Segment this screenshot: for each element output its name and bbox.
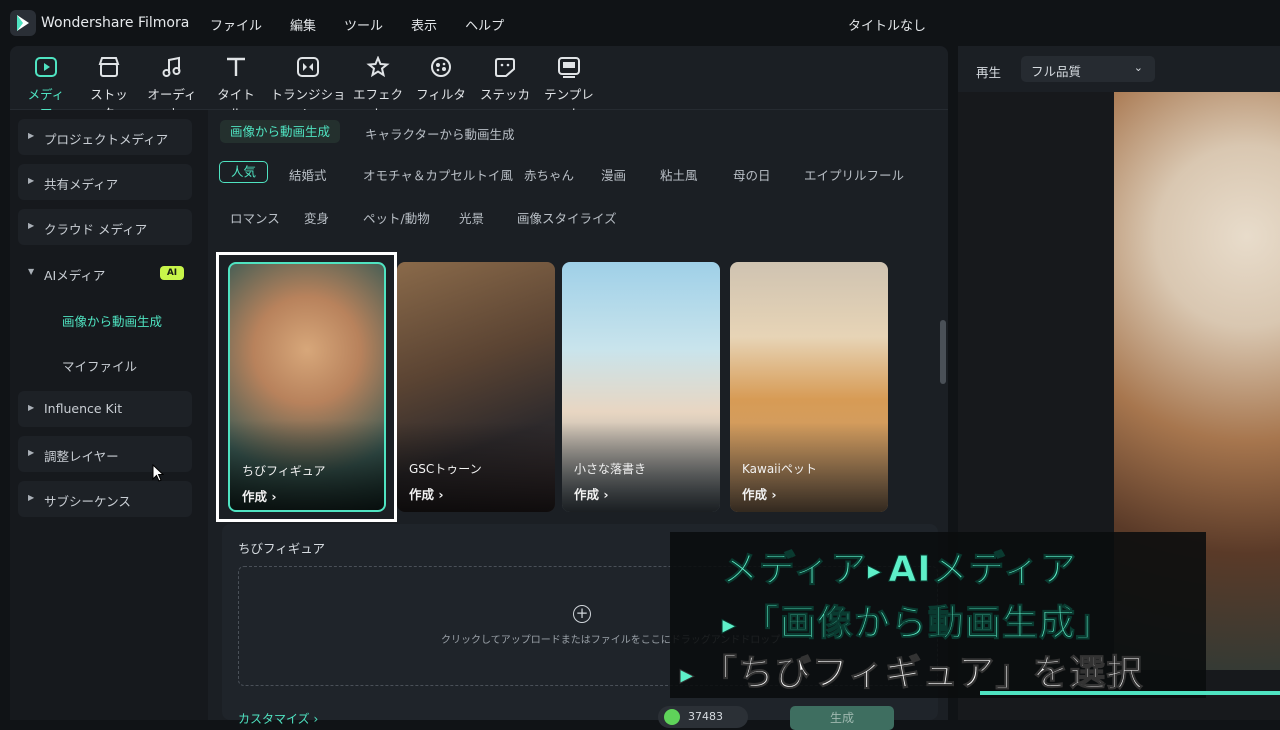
sidebar-item-label: AIメディア (44, 268, 106, 283)
category-pet[interactable]: ペット/動物 (363, 208, 430, 227)
card-title: Kawaiiペット (742, 462, 817, 476)
template-icon (556, 54, 582, 80)
selection-highlight (216, 252, 397, 522)
media-sidebar: ▶ プロジェクトメディア ▶ 共有メディア ▶ クラウド メディア ▼ AIメデ… (10, 110, 208, 720)
customize-link[interactable]: カスタマイズ › (238, 710, 318, 727)
title-icon (223, 54, 249, 80)
template-card-kawaii-pet[interactable]: Kawaiiペット 作成 › (730, 262, 888, 512)
category-manga[interactable]: 漫画 (601, 165, 626, 184)
title-bar: Wondershare Filmora ファイル 編集 ツール 表示 ヘルプ タ… (0, 0, 1280, 46)
menu-view[interactable]: 表示 (411, 15, 437, 34)
caret-right-icon: ▶ (28, 448, 35, 457)
card-create-link[interactable]: 作成 › (742, 484, 777, 503)
caption-accent-bar (980, 691, 1280, 695)
category-stylize[interactable]: 画像スタイライズ (517, 208, 617, 227)
caret-right-icon: ▶ (28, 176, 35, 185)
quality-dropdown[interactable]: フル品質 ⌄ (1021, 56, 1155, 82)
category-toy[interactable]: オモチャ＆カプセルトイ風 (363, 165, 513, 184)
category-april-fool[interactable]: エイプリルフール (804, 165, 904, 184)
upload-panel-title: ちびフィギュア (238, 541, 326, 556)
category-baby[interactable]: 赤ちゃん (524, 165, 574, 184)
sidebar-sub-my-files[interactable]: マイファイル (62, 356, 137, 375)
tab-image-to-video[interactable]: 画像から動画生成 (220, 120, 341, 143)
filmora-logo-icon (10, 10, 36, 36)
sidebar-item-label: Influence Kit (44, 401, 123, 416)
sticker-icon (492, 54, 518, 80)
caret-right-icon: ▶ (28, 493, 35, 502)
sidebar-item-influence-kit[interactable]: ▶ Influence Kit (18, 391, 192, 427)
sidebar-item-label: プロジェクトメディア (44, 132, 169, 147)
category-popular[interactable]: 人気 (219, 161, 268, 183)
caption-line-3: ▶ 「ちびフィギュア」を選択 (680, 644, 1143, 696)
sidebar-item-label: サブシーケンス (44, 494, 131, 509)
document-title: タイトルなし (848, 19, 927, 34)
caret-right-icon: ▶ (28, 403, 35, 412)
caption-line-2-text: 「画像から動画生成」 (742, 603, 1113, 645)
menu-help[interactable]: ヘルプ (465, 15, 504, 34)
caption-line-1: メディア▶ AIメディア (721, 540, 1078, 592)
generate-button[interactable]: 生成 (790, 706, 894, 730)
menu-tools[interactable]: ツール (344, 15, 383, 34)
caret-right-icon: ▶ (28, 131, 35, 140)
category-scenery[interactable]: 光景 (459, 208, 484, 227)
media-icon (33, 54, 59, 80)
content-scrollbar[interactable] (940, 320, 946, 384)
caption-arrow-icon: ▶ (722, 614, 737, 636)
preview-header: 再生 フル品質 ⌄ (958, 46, 1280, 92)
audio-icon (159, 54, 185, 80)
caret-right-icon: ▶ (28, 221, 35, 230)
category-clay[interactable]: 粘土風 (660, 165, 698, 184)
category-transform[interactable]: 変身 (304, 208, 329, 227)
credit-coin-icon (664, 709, 680, 725)
caption-overlay: メディア▶ AIメディア ▶ 「画像から動画生成」 ▶ 「ちびフィギュア」を選択 (670, 532, 1206, 698)
caption-arrow-icon: ▶ (867, 560, 883, 582)
add-circle-icon: + (573, 605, 591, 623)
category-romance[interactable]: ロマンス (230, 208, 280, 227)
transition-icon (295, 54, 321, 80)
caption-line-2: ▶ 「画像から動画生成」 (722, 594, 1113, 646)
sidebar-item-adjustment-layer[interactable]: ▶ 調整レイヤー (18, 436, 192, 472)
chevron-down-icon: ⌄ (1133, 61, 1143, 74)
caption-arrow-icon: ▶ (680, 664, 695, 686)
mouse-cursor-icon (152, 463, 165, 486)
sidebar-item-label: クラウド メディア (44, 222, 148, 237)
category-wedding[interactable]: 結婚式 (289, 165, 327, 184)
caret-down-icon: ▼ (28, 267, 35, 276)
effect-icon (365, 54, 391, 80)
sidebar-sub-image-to-video[interactable]: 画像から動画生成 (62, 311, 162, 330)
sidebar-item-label: 調整レイヤー (44, 449, 119, 464)
card-title: GSCトゥーン (409, 462, 482, 476)
sidebar-item-subsequence[interactable]: ▶ サブシーケンス (18, 481, 192, 517)
playback-label: 再生 (976, 65, 1002, 80)
menu-file[interactable]: ファイル (210, 15, 262, 34)
sidebar-item-shared-media[interactable]: ▶ 共有メディア (18, 164, 192, 200)
media-toolbar: メディア ストック オーディオ タイトル トランジション エフェクト フィルター (10, 46, 948, 121)
generate-label: 生成 (829, 711, 854, 725)
menu-bar: ファイル 編集 ツール 表示 ヘルプ (210, 15, 532, 34)
credits-value: 37483 (688, 710, 723, 723)
sidebar-item-project-media[interactable]: ▶ プロジェクトメディア (18, 119, 192, 155)
quality-value: フル品質 (1031, 64, 1082, 79)
tab-character-to-video[interactable]: キャラクターから動画生成 (365, 124, 515, 143)
category-mothers-day[interactable]: 母の日 (733, 165, 771, 184)
stock-icon (96, 54, 122, 80)
sidebar-item-ai-media[interactable]: ▼ AIメディア AI (18, 255, 192, 291)
ai-badge: AI (160, 266, 184, 280)
template-card-gsc-toon[interactable]: GSCトゥーン 作成 › (397, 262, 555, 512)
caption-line-1a: メディア (721, 549, 868, 591)
card-create-link[interactable]: 作成 › (574, 484, 609, 503)
caption-line-1b: AIメディア (888, 549, 1078, 591)
credits-badge: 37483 (658, 706, 748, 728)
card-title: 小さな落書き (574, 462, 647, 476)
template-card-doodle[interactable]: 小さな落書き 作成 › (562, 262, 720, 512)
card-create-link[interactable]: 作成 › (409, 484, 444, 503)
filter-icon (428, 54, 454, 80)
sidebar-item-label: 共有メディア (44, 177, 119, 192)
sidebar-item-cloud-media[interactable]: ▶ クラウド メディア (18, 209, 192, 245)
menu-edit[interactable]: 編集 (290, 15, 316, 34)
caption-line-3-text: 「ちびフィギュア」を選択 (700, 653, 1144, 695)
app-name: Wondershare Filmora (41, 15, 190, 31)
